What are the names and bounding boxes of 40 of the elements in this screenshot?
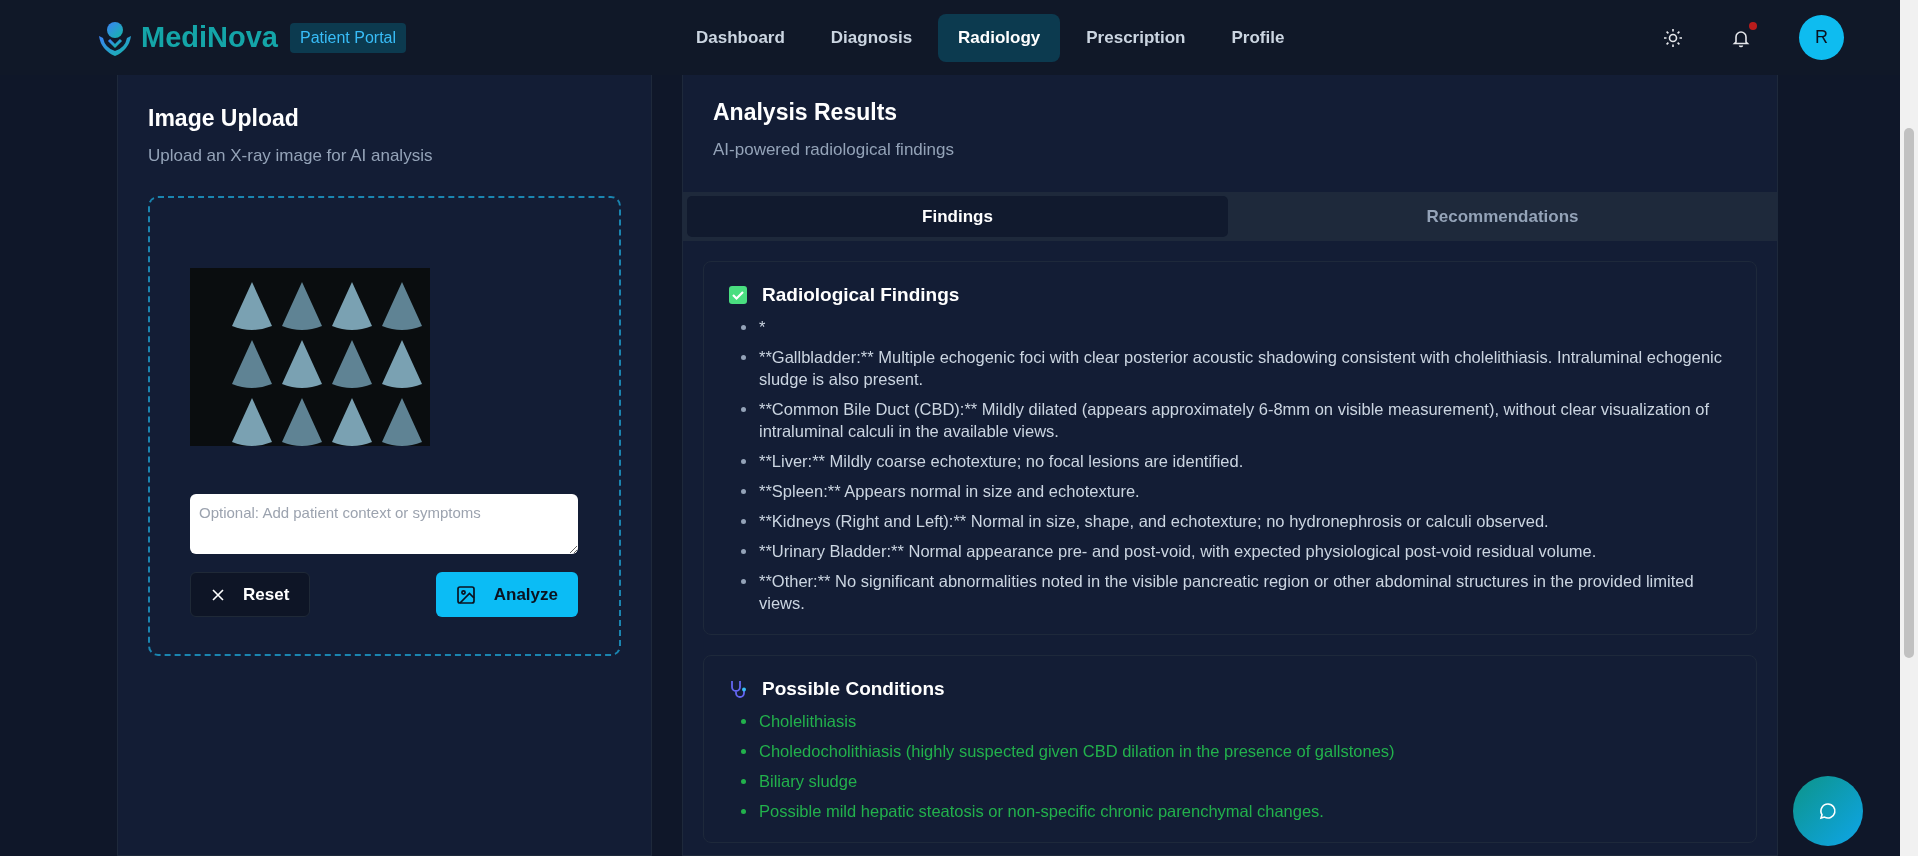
- nav-tab[interactable]: Dashboard: [676, 13, 805, 62]
- nav-tab[interactable]: Radiology: [938, 13, 1061, 62]
- brand-name: MediNova: [141, 21, 278, 54]
- panel-subtitle: AI-powered radiological findings: [713, 140, 955, 160]
- section-title: Possible Conditions: [762, 678, 945, 700]
- context-field[interactable]: Optional: Add patient context or symptoms: [190, 494, 578, 554]
- finding-item: **Gallbladder:** Multiple echogenic foci with clear posterior acoustic shadowing consistent with cholelithiasis. Intraluminal echogenic sludge is also present.: [741, 346, 1732, 390]
- section-title: Radiological Findings: [762, 284, 960, 306]
- finding-item: *: [741, 316, 1732, 338]
- panel-title: Analysis Results: [713, 99, 899, 126]
- stethoscope-icon: [728, 679, 748, 699]
- scrollbar[interactable]: [1900, 0, 1918, 856]
- portal-badge: Patient Portal: [290, 22, 407, 53]
- condition-item: Cholelithiasis: [741, 710, 1732, 732]
- close-icon: [211, 587, 225, 602]
- tab[interactable]: Findings: [687, 196, 1228, 237]
- nav-tab[interactable]: Prescription: [1066, 13, 1206, 62]
- nav-tab[interactable]: Profile: [1211, 13, 1305, 62]
- scrollbar-thumb[interactable]: [1904, 128, 1914, 658]
- panel-title: Image Upload: [148, 105, 300, 132]
- nav-tab[interactable]: Diagnosis: [810, 13, 933, 62]
- condition-item: Choledocholithiasis (highly suspected given CBD dilation in the presence of gallstones): [741, 740, 1732, 762]
- upload-dropzone[interactable]: Optional: Add patient context or symptoms Reset Analyze: [148, 196, 621, 656]
- finding-item: **Other:** No significant abnormalities noted in the visible pancreatic region or other abdominal structures in the provided limited views.: [741, 570, 1732, 614]
- user-avatar[interactable]: R: [1799, 15, 1844, 60]
- finding-item: **Kidneys (Right and Left):** Normal in size, shape, and echotexture; no hydronephrosis or calculi observed.: [741, 510, 1732, 532]
- finding-item: **Liver:** Mildly coarse echotexture; no focal lesions are identified.: [741, 450, 1732, 472]
- condition-item: Biliary sludge: [741, 770, 1732, 792]
- condition-item: Possible mild hepatic steatosis or non-specific chronic parenchymal changes.: [741, 800, 1732, 822]
- reset-button[interactable]: Reset: [190, 572, 311, 617]
- tab[interactable]: Recommendations: [1232, 196, 1773, 237]
- chat-icon: [1818, 801, 1838, 821]
- finding-item: **Common Bile Duct (CBD):** Mildly dilated (appears approximately 6-8mm on visible measurement), without clear visualization of intraluminal calculi in the available views.: [741, 398, 1732, 442]
- finding-item: **Urinary Bladder:** Normal appearance pre- and post-void, with expected physiological post-void residual volume.: [741, 540, 1732, 562]
- image-icon: [455, 584, 476, 605]
- analyze-button[interactable]: Analyze: [435, 572, 578, 617]
- panel-subtitle: Upload an X-ray image for AI analysis: [148, 146, 434, 166]
- sun-icon[interactable]: [1663, 27, 1683, 48]
- checkbox-icon: [728, 285, 748, 305]
- finding-item: **Spleen:** Appears normal in size and echotexture.: [741, 480, 1732, 502]
